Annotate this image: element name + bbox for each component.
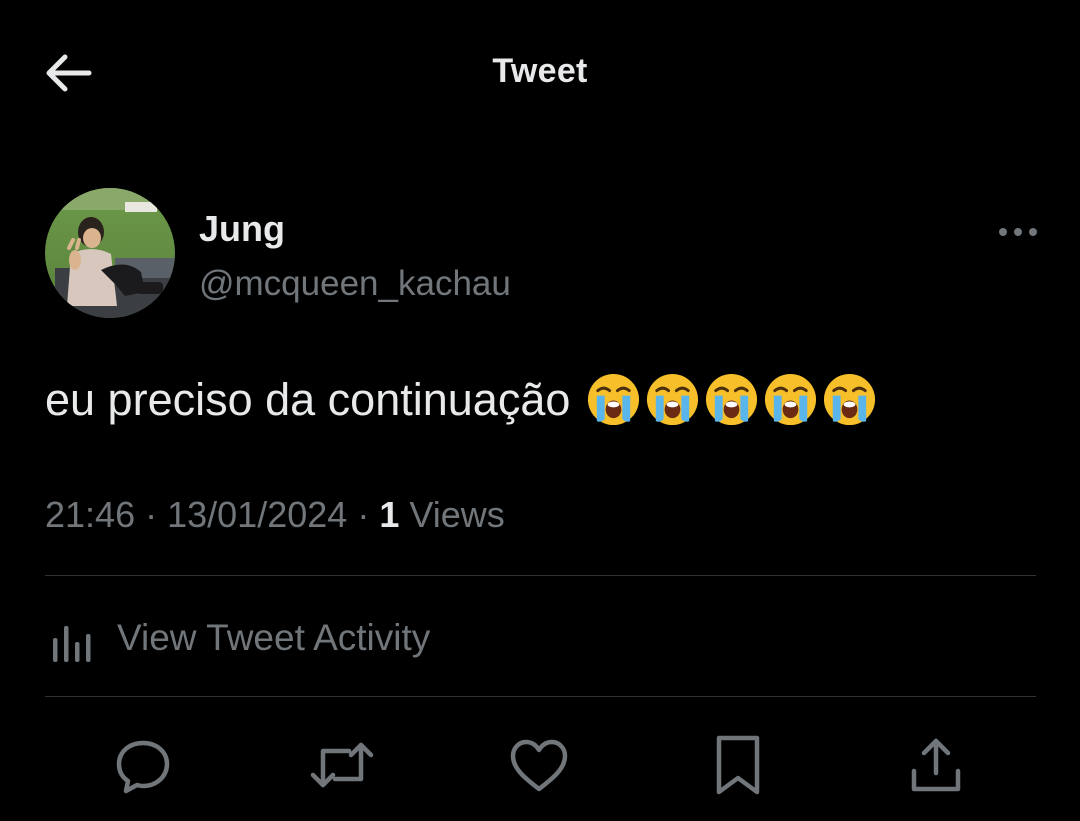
view-tweet-activity-label: View Tweet Activity xyxy=(117,617,431,658)
reply-icon xyxy=(116,740,170,794)
like-button[interactable] xyxy=(499,725,579,805)
reply-button[interactable] xyxy=(103,725,183,805)
view-tweet-activity-button[interactable]: View Tweet Activity xyxy=(45,598,430,678)
avatar-photo-icon xyxy=(45,188,175,318)
divider xyxy=(45,575,1036,576)
more-horizontal-icon xyxy=(999,228,1037,236)
bookmark-icon xyxy=(716,735,760,795)
page-title: Tweet xyxy=(492,52,588,90)
loudly-crying-face-icon xyxy=(765,373,817,426)
loudly-crying-face-icon xyxy=(588,373,640,426)
heart-icon xyxy=(510,739,568,792)
views-count: 1 xyxy=(379,494,400,535)
bookmark-button[interactable] xyxy=(698,725,778,805)
retweet-icon xyxy=(310,742,374,788)
share-icon xyxy=(911,738,961,792)
tweet-meta: 21:46 · 13/01/2024 · 1 Views xyxy=(45,494,505,536)
views-label: Views xyxy=(409,494,505,535)
loudly-crying-face-icon xyxy=(647,373,699,426)
loudly-crying-face-icon xyxy=(706,373,758,426)
author-handle[interactable]: @mcqueen_kachau xyxy=(199,264,511,304)
more-options-button[interactable] xyxy=(990,212,1046,252)
tweet-time[interactable]: 21:46 xyxy=(45,494,135,535)
tweet-actions-bar xyxy=(0,725,1080,805)
loudly-crying-face-icon xyxy=(824,373,876,426)
tweet-text-content: eu preciso da continuação xyxy=(45,373,571,425)
bar-chart-icon xyxy=(53,626,91,662)
tweet-text: eu preciso da continuação xyxy=(45,372,877,427)
tweet-date[interactable]: 13/01/2024 xyxy=(167,494,347,535)
top-bar: Tweet xyxy=(0,0,1080,150)
meta-separator: · xyxy=(145,494,168,535)
avatar[interactable] xyxy=(45,188,175,318)
share-button[interactable] xyxy=(896,725,976,805)
emoji-group xyxy=(586,372,877,427)
retweet-button[interactable] xyxy=(302,725,382,805)
divider xyxy=(45,696,1036,697)
meta-separator: · xyxy=(357,494,380,535)
author-display-name[interactable]: Jung xyxy=(199,208,285,250)
